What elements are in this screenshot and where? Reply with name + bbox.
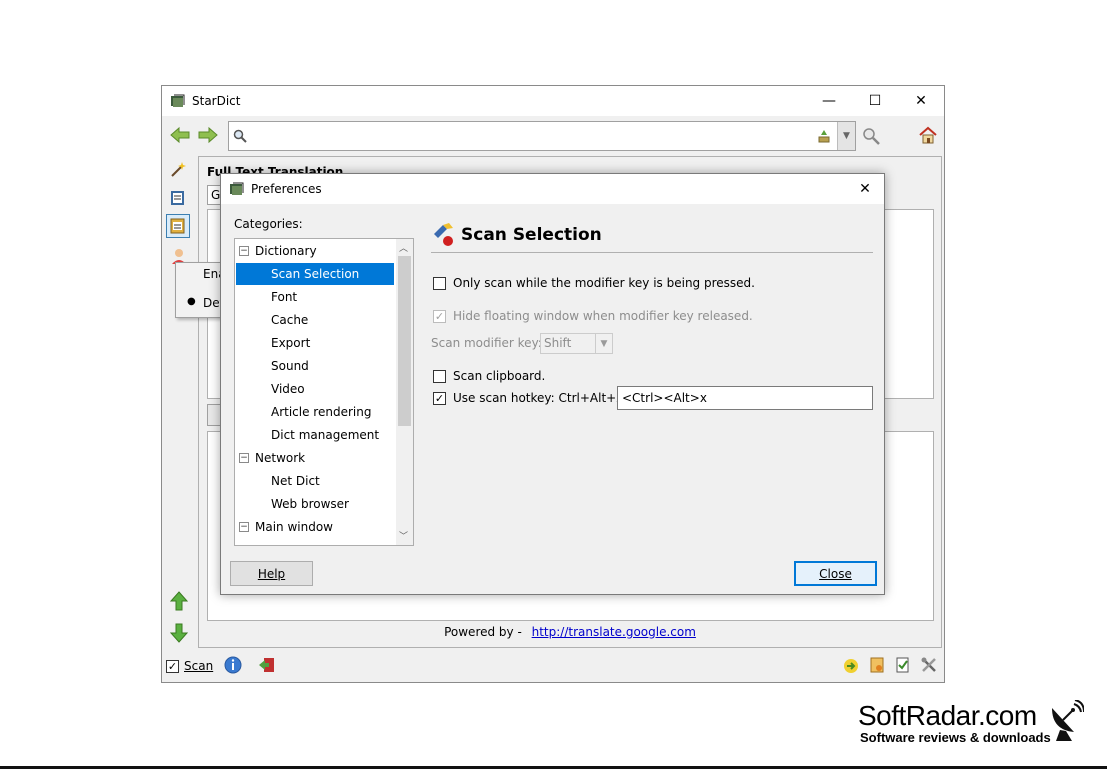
powered-by-line: Powered by - http://translate.google.com: [199, 625, 941, 639]
help-button[interactable]: Help: [230, 561, 313, 586]
forward-go-icon[interactable]: [842, 658, 860, 677]
scroll-down-chevron-icon[interactable]: ﹀: [399, 529, 408, 542]
tree-item-export[interactable]: Export: [271, 332, 310, 354]
stardict-app-icon: [170, 93, 186, 112]
tree-item-main-window[interactable]: Main window: [255, 516, 333, 538]
search-box[interactable]: ▼: [228, 121, 856, 151]
only-scan-modifier-checkbox[interactable]: [433, 277, 446, 290]
tree-item-video[interactable]: Video: [271, 378, 305, 400]
scan-checkbox[interactable]: ✓: [166, 660, 179, 673]
status-bar: ✓ Scan: [162, 654, 944, 682]
maximize-button[interactable]: ☐: [852, 86, 898, 116]
scan-clipboard-checkbox[interactable]: [433, 370, 446, 383]
scan-modifier-key-value: Shift: [544, 336, 572, 350]
tree-item-article-rendering[interactable]: Article rendering: [271, 401, 371, 423]
watermark-brand: SoftRadar.com: [858, 700, 1037, 731]
categories-tree[interactable]: − Dictionary Scan Selection Font Cache E…: [234, 238, 414, 546]
info-icon[interactable]: [224, 656, 242, 677]
scan-selection-icon: [431, 222, 455, 251]
notes-icon[interactable]: [868, 656, 886, 677]
close-button[interactable]: Close: [794, 561, 877, 586]
hide-floating-checkbox[interactable]: ✓: [433, 310, 446, 323]
preferences-tools-icon[interactable]: [920, 656, 938, 677]
scroll-down-arrow-icon[interactable]: [169, 623, 189, 646]
preferences-dialog: Preferences ✕ Categories: − Dictionary S…: [220, 173, 885, 595]
full-text-translation-icon[interactable]: [166, 158, 190, 182]
lookup-icon[interactable]: [862, 127, 880, 148]
radio-dot-icon: ●: [187, 296, 196, 307]
tree-item-sound[interactable]: Sound: [271, 355, 309, 377]
preferences-app-icon: [229, 181, 245, 200]
tree-scrollbar-thumb[interactable]: [398, 256, 411, 426]
close-preferences-button[interactable]: ✕: [845, 174, 885, 204]
clear-input-icon[interactable]: [817, 129, 831, 146]
tree-item-dict-management[interactable]: Dict management: [271, 424, 379, 446]
use-scan-hotkey-label: Use scan hotkey: Ctrl+Alt+X.: [453, 391, 629, 405]
home-icon[interactable]: [918, 126, 938, 147]
preferences-titlebar: Preferences ✕: [221, 174, 884, 204]
tree-item-network[interactable]: Network: [255, 447, 305, 469]
close-window-button[interactable]: ✕: [898, 86, 944, 116]
collapse-main-window-icon[interactable]: −: [239, 522, 249, 532]
back-arrow-icon[interactable]: [170, 126, 190, 147]
forward-arrow-icon[interactable]: [198, 126, 218, 147]
powered-by-label: Powered by -: [444, 625, 522, 639]
scroll-up-chevron-icon[interactable]: ︿: [399, 241, 408, 254]
only-scan-modifier-label: Only scan while the modifier key is bein…: [453, 276, 755, 290]
tree-item-scan-selection[interactable]: Scan Selection: [236, 263, 394, 285]
preferences-title: Preferences: [251, 182, 322, 196]
minimize-button[interactable]: —: [806, 86, 852, 116]
use-scan-hotkey-checkbox[interactable]: ✓: [433, 392, 446, 405]
tree-scrollbar[interactable]: ︿ ﹀: [396, 239, 413, 545]
tree-item-web-browser[interactable]: Web browser: [271, 493, 349, 515]
dict-manage-icon[interactable]: [894, 656, 912, 677]
tree-item-font[interactable]: Font: [271, 286, 297, 308]
search-icon: [233, 129, 247, 146]
translate-pane-icon[interactable]: [166, 214, 190, 238]
section-title: Scan Selection: [461, 225, 602, 245]
scan-modifier-key-select[interactable]: Shift ▼: [540, 333, 613, 354]
tree-item-net-dict[interactable]: Net Dict: [271, 470, 320, 492]
main-toolbar: ▼: [162, 116, 944, 156]
tree-item-cache[interactable]: Cache: [271, 309, 308, 331]
collapse-dictionary-icon[interactable]: −: [239, 246, 249, 256]
watermark-tagline: Software reviews & downloads: [860, 730, 1051, 745]
categories-label: Categories:: [234, 217, 303, 231]
scan-label: Scan: [184, 659, 214, 673]
dictionary-list-icon[interactable]: [166, 186, 190, 210]
main-titlebar: StarDict — ☐ ✕: [162, 86, 944, 116]
collapse-network-icon[interactable]: −: [239, 453, 249, 463]
hide-floating-label: Hide floating window when modifier key r…: [453, 309, 753, 323]
google-translate-link[interactable]: http://translate.google.com: [532, 625, 696, 639]
hotkey-input[interactable]: [617, 386, 873, 410]
quit-icon[interactable]: [258, 656, 276, 677]
search-input[interactable]: [249, 125, 809, 147]
scan-clipboard-label: Scan clipboard.: [453, 369, 546, 383]
window-title: StarDict: [192, 94, 241, 108]
scroll-up-arrow-icon[interactable]: [169, 591, 189, 614]
section-divider: [431, 252, 873, 253]
satellite-dish-icon: [1048, 699, 1085, 745]
chevron-down-icon[interactable]: ▼: [595, 334, 612, 353]
tree-item-dictionary[interactable]: Dictionary: [255, 240, 317, 262]
scan-modifier-key-label: Scan modifier key:: [431, 336, 542, 350]
search-history-dropdown[interactable]: ▼: [837, 122, 855, 150]
